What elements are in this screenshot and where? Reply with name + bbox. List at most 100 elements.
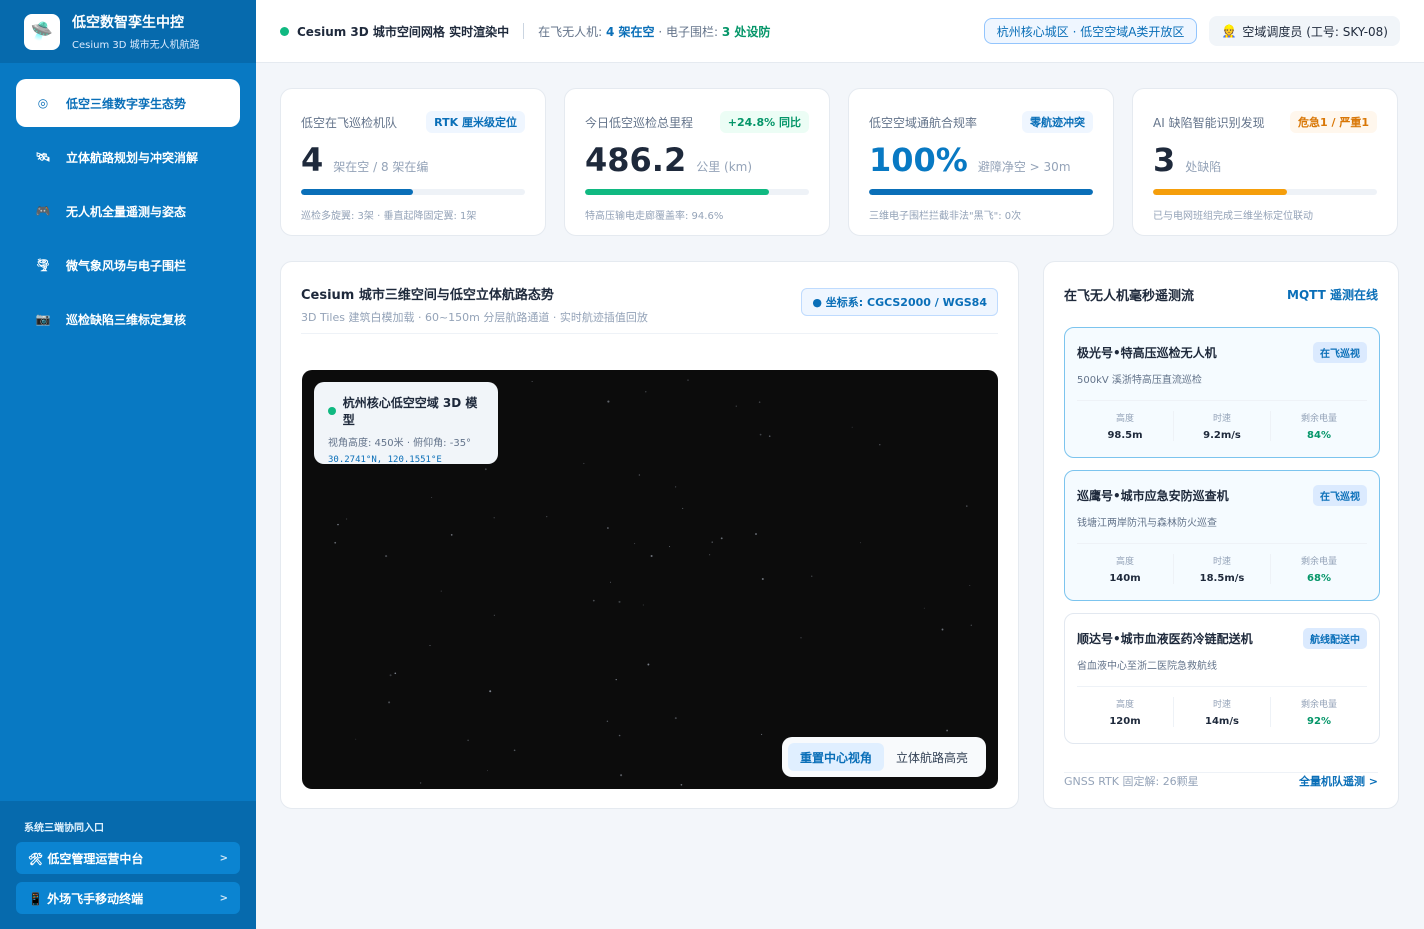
star-dot (634, 543, 636, 545)
status-prefix: 在飞无人机: (538, 24, 603, 39)
altitude-value: 140m (1109, 573, 1141, 584)
stat-unit: 处缺陷 (1185, 160, 1222, 174)
star-dot (761, 577, 764, 581)
star-dot (334, 541, 337, 544)
stat-note: 三维电子围栏拦截非法"黑飞": 0次 (869, 211, 1022, 222)
star-dot (966, 505, 968, 507)
topbar: Cesium 3D 城市空间网格 实时渲染中 在飞无人机: 4 架在空 · 电子… (256, 0, 1424, 63)
mobile-terminal-button[interactable]: 📱 外场飞手移动终端 > (16, 882, 240, 914)
footer-label: 系统三端协同入口 (24, 823, 104, 834)
cesium-viewport[interactable]: 杭州核心低空空域 3D 模型 视角高度: 450米 · 俯仰角: -35° 30… (302, 370, 998, 789)
metric-label: 高度 (1115, 700, 1134, 710)
ufo-icon: 🛸 (24, 13, 60, 50)
nav-item-label: 巡检缺陷三维标定复核 (66, 312, 187, 327)
chevron-right-icon: > (219, 852, 228, 864)
nav-item-label: 无人机全量遥测与姿态 (66, 204, 187, 219)
drone-card[interactable]: 顺达号•城市血液医药冷链配送机 航线配送中 省血液中心至浙二医院急救航线 高度 1… (1064, 613, 1380, 744)
main-nav: ◎ 低空三维数字孪生态势 🛰 立体航路规划与冲突消解 🎮 无人机全量遥测与姿态 … (0, 63, 256, 343)
drone-name: 顺达号•城市血液医药冷链配送机 (1077, 632, 1253, 646)
nav-item-label: 微气象风场与电子围栏 (66, 258, 187, 273)
star-dot (618, 600, 621, 603)
star-dot (389, 674, 392, 677)
stat-card-defects: AI 缺陷智能识别发现 危急1 / 严重1 3 处缺陷 已与电网班组完成三维坐标… (1132, 88, 1398, 236)
star-dot (860, 542, 862, 544)
map-title: Cesium 城市三维空间与低空立体航路态势 (301, 288, 554, 303)
star-dot (620, 774, 623, 777)
user-menu[interactable]: 👷 空域调度员 (工号: SKY-08) (1209, 16, 1400, 46)
star-dot (419, 782, 422, 784)
star-dot (440, 590, 442, 592)
sidebar: 🛸 低空数智孪生中控 Cesium 3D 城市无人机航路 ◎ 低空三维数字孪生态… (0, 0, 256, 929)
drone-mission: 省血液中心至浙二医院急救航线 (1077, 661, 1217, 672)
stat-badge: 危急1 / 严重1 (1290, 111, 1377, 133)
ops-center-button[interactable]: 🛠 低空管理运营中台 > (16, 842, 240, 874)
star-dot (431, 496, 433, 498)
progress-bar (301, 189, 525, 195)
stat-unit: 公里 (km) (696, 160, 753, 174)
overlay-coordinates: 30.2741°N, 120.1551°E (328, 455, 442, 465)
nav-item-telemetry[interactable]: 🎮 无人机全量遥测与姿态 (16, 187, 240, 235)
star-dot (682, 507, 684, 509)
nav-item-digital-twin[interactable]: ◎ 低空三维数字孪生态势 (16, 79, 240, 127)
progress-fill (585, 189, 769, 195)
progress-bar (1153, 189, 1377, 195)
battery-value: 84% (1307, 430, 1331, 441)
stat-unit: 避障净空 > 30m (977, 160, 1071, 174)
progress-fill (869, 189, 1093, 195)
stat-value: 100% (869, 141, 968, 179)
stat-label: 低空在飞巡检机队 (301, 115, 398, 130)
highlight-routes-button[interactable]: 立体航路高亮 (884, 743, 980, 771)
drone-mission: 钱塘江两岸防汛与森林防火巡查 (1077, 518, 1217, 529)
metric-label: 高度 (1115, 414, 1134, 424)
stat-unit: 架在空 / 8 架在编 (333, 160, 429, 174)
metric-label: 时速 (1212, 700, 1231, 710)
star-dot (647, 663, 650, 666)
speed-value: 18.5m/s (1199, 573, 1245, 584)
stat-badge: RTK 厘米级定位 (426, 111, 525, 133)
sidebar-footer: 系统三端协同入口 🛠 低空管理运营中台 > 📱 外场飞手移动终端 > (0, 801, 256, 929)
star-dot (768, 435, 771, 437)
star-dot (680, 783, 683, 786)
star-dot (642, 604, 644, 606)
zone-selector[interactable]: 杭州核心城区 · 低空空域A类开放区 (983, 18, 1198, 44)
nav-item-route-planning[interactable]: 🛰 立体航路规划与冲突消解 (16, 133, 240, 181)
brand-subtitle: Cesium 3D 城市无人机航路 (72, 40, 200, 51)
star-dot (493, 614, 495, 616)
star-dot (669, 546, 671, 548)
star-dot (487, 770, 488, 772)
drone-card[interactable]: 极光号•特高压巡检无人机 在飞巡视 500kV 溪浙特高压直流巡检 高度 98.5… (1064, 327, 1380, 458)
metric-label: 剩余电量 (1300, 557, 1337, 567)
star-dot (337, 523, 339, 526)
status-mid: · 电子围栏: (658, 24, 719, 39)
star-dot (489, 690, 492, 693)
star-dot (592, 599, 595, 602)
star-dot (650, 554, 653, 558)
coord-system-badge: ● 坐标系: CGCS2000 / WGS84 (801, 288, 998, 316)
star-dot (720, 537, 723, 540)
metric-label: 高度 (1115, 557, 1134, 567)
stat-label: 今日低空巡检总里程 (585, 115, 694, 130)
nav-item-defect-review[interactable]: 📷 巡检缺陷三维标定复核 (16, 295, 240, 343)
stat-value: 4 (301, 141, 324, 179)
stat-label: 低空空域通航合规率 (869, 115, 978, 130)
fleet-status: 在飞无人机: 4 架在空 · 电子围栏: 3 处设防 (538, 23, 770, 40)
star-dot (618, 734, 621, 737)
metric-label: 剩余电量 (1300, 414, 1337, 424)
star-dot (969, 585, 971, 587)
globe-icon: ◎ (37, 96, 49, 110)
full-telemetry-link[interactable]: 全量机队遥测 > (1299, 773, 1378, 789)
star-dot (638, 474, 641, 476)
mqtt-status-link[interactable]: MQTT 遥测在线 (1287, 286, 1378, 303)
speed-value: 9.2m/s (1203, 430, 1241, 441)
metric-label: 时速 (1212, 557, 1231, 567)
star-dot (388, 701, 391, 704)
drone-card[interactable]: 巡鹰号•城市应急安防巡查机 在飞巡视 钱塘江两岸防汛与森林防火巡查 高度 140m… (1064, 470, 1380, 601)
reset-view-button[interactable]: 重置中心视角 (787, 743, 884, 771)
drone-name: 巡鹰号•城市应急安防巡查机 (1077, 489, 1229, 503)
stat-card-mileage: 今日低空巡检总里程 +24.8% 同比 486.2 公里 (km) 特高压输电走… (564, 88, 830, 236)
star-dot (674, 717, 677, 720)
nav-item-label: 低空三维数字孪生态势 (66, 96, 187, 111)
star-dot (941, 628, 944, 631)
tornado-icon: 🌪 (35, 258, 51, 272)
nav-item-weather-fence[interactable]: 🌪 微气象风场与电子围栏 (16, 241, 240, 289)
